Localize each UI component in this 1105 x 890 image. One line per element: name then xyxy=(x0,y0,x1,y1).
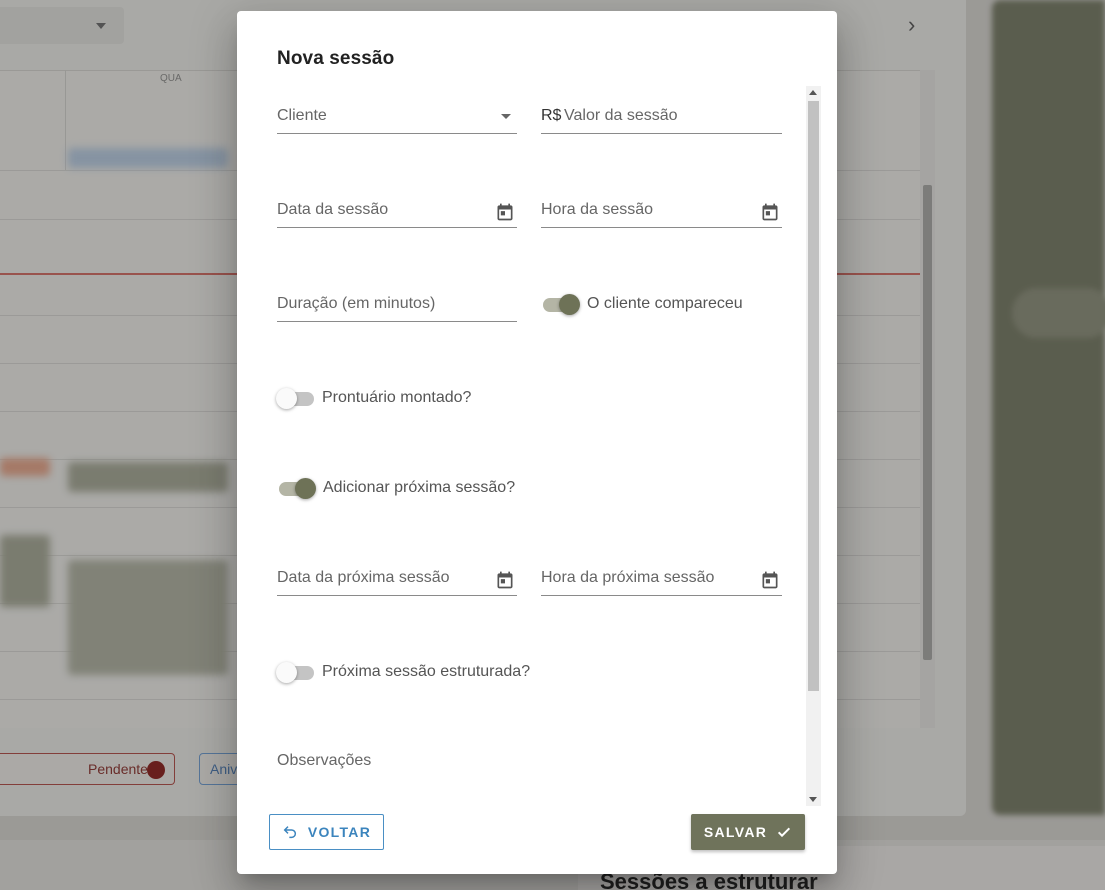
toggle-thumb[interactable] xyxy=(295,478,316,499)
next-session-date-label: Data da próxima sessão xyxy=(277,569,450,586)
next-session-toggle[interactable] xyxy=(277,476,317,500)
dialog-scrollbar-thumb[interactable] xyxy=(808,101,819,691)
save-button-label: SALVAR xyxy=(703,824,768,840)
client-select[interactable]: Cliente xyxy=(277,86,517,134)
structured-toggle-label: Próxima sessão estruturada? xyxy=(322,663,531,680)
scroll-down-arrow-icon[interactable] xyxy=(809,797,817,802)
toggle-thumb[interactable] xyxy=(276,388,297,409)
calendar-icon[interactable] xyxy=(495,570,515,590)
duration-input[interactable]: Duração (em minutos) xyxy=(277,274,517,322)
check-icon xyxy=(778,827,791,838)
record-toggle[interactable] xyxy=(276,386,316,410)
toggle-thumb[interactable] xyxy=(276,662,297,683)
session-value-label: Valor da sessão xyxy=(564,107,678,124)
back-button-label: VOLTAR xyxy=(307,824,372,840)
session-time-input[interactable]: Hora da sessão xyxy=(541,180,782,228)
next-session-date-input[interactable]: Data da próxima sessão xyxy=(277,548,517,596)
calendar-icon[interactable] xyxy=(760,570,780,590)
save-button[interactable]: SALVAR xyxy=(691,814,805,850)
record-toggle-label: Prontuário montado? xyxy=(322,389,472,406)
next-session-toggle-label: Adicionar próxima sessão? xyxy=(323,479,516,496)
chevron-down-icon[interactable] xyxy=(501,114,511,119)
client-select-label: Cliente xyxy=(277,107,327,124)
notes-textarea-label[interactable]: Observações xyxy=(277,752,371,770)
back-button[interactable]: VOLTAR xyxy=(269,814,384,850)
next-session-time-input[interactable]: Hora da próxima sessão xyxy=(541,548,782,596)
next-session-toggle-row[interactable]: Adicionar próxima sessão? xyxy=(277,476,515,500)
calendar-icon[interactable] xyxy=(760,202,780,222)
dialog-scrollbar[interactable] xyxy=(806,86,821,806)
structured-toggle-row[interactable]: Próxima sessão estruturada? xyxy=(276,660,530,684)
attended-toggle[interactable] xyxy=(541,292,581,316)
dialog-content: Cliente R$ Valor da sessão Data da sessã… xyxy=(237,86,837,802)
session-date-input[interactable]: Data da sessão xyxy=(277,180,517,228)
dialog-title: Nova sessão xyxy=(277,48,395,69)
currency-prefix: R$ xyxy=(541,107,562,124)
session-time-label: Hora da sessão xyxy=(541,201,654,218)
calendar-icon[interactable] xyxy=(495,202,515,222)
undo-icon xyxy=(283,826,296,839)
new-session-dialog: Nova sessão Cliente R$ Valor da sessão D… xyxy=(237,11,837,874)
structured-toggle[interactable] xyxy=(276,660,316,684)
record-toggle-row[interactable]: Prontuário montado? xyxy=(276,386,471,410)
duration-label: Duração (em minutos) xyxy=(277,295,436,312)
next-session-time-label: Hora da próxima sessão xyxy=(541,569,715,586)
session-date-label: Data da sessão xyxy=(277,201,389,218)
attended-toggle-label: O cliente compareceu xyxy=(587,295,743,312)
attended-toggle-row[interactable]: O cliente compareceu xyxy=(541,292,743,316)
scroll-up-arrow-icon[interactable] xyxy=(809,90,817,95)
toggle-thumb[interactable] xyxy=(559,294,580,315)
session-value-input[interactable]: R$ Valor da sessão xyxy=(541,86,782,134)
